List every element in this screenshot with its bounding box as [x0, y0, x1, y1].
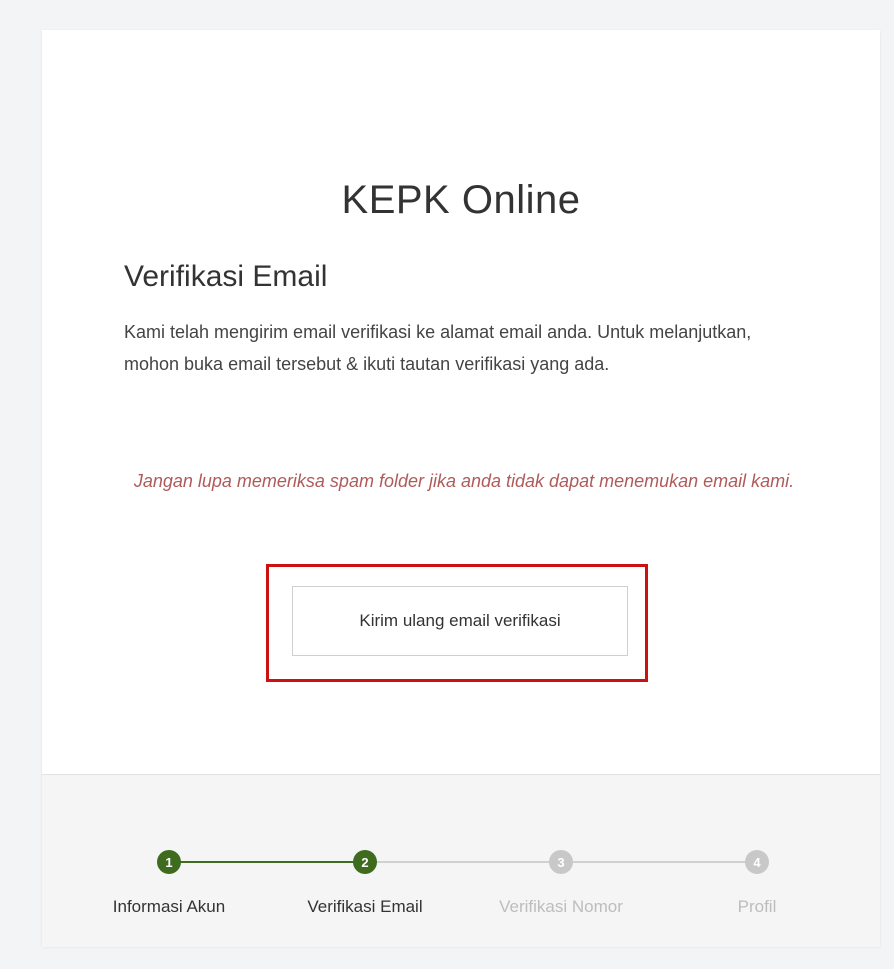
verification-card: KEPK Online Verifikasi Email Kami telah … — [42, 30, 880, 947]
page-heading: Verifikasi Email — [124, 260, 328, 293]
spam-folder-note: Jangan lupa memeriksa spam folder jika a… — [133, 471, 795, 491]
step-2-indicator: 2 — [353, 850, 377, 874]
app-title: KEPK Online — [341, 178, 581, 222]
verification-message: Kami telah mengirim email verifikasi ke … — [124, 322, 752, 374]
step-1-indicator: 1 — [157, 850, 181, 874]
step-4-label: Profil — [737, 897, 777, 916]
step-1-label: Informasi Akun — [112, 897, 226, 916]
resend-verification-button[interactable]: Kirim ulang email verifikasi — [292, 586, 628, 656]
step-connector-3 — [561, 861, 757, 863]
step-3-indicator: 3 — [549, 850, 573, 874]
step-connector-2 — [365, 861, 561, 863]
step-4-indicator: 4 — [745, 850, 769, 874]
step-3-label: Verifikasi Nomor — [499, 897, 623, 916]
progress-stepper: 1 2 3 4 Informasi Akun Verifikasi Email … — [42, 774, 880, 947]
step-connector-1 — [169, 861, 365, 863]
step-2-label: Verifikasi Email — [307, 897, 423, 916]
